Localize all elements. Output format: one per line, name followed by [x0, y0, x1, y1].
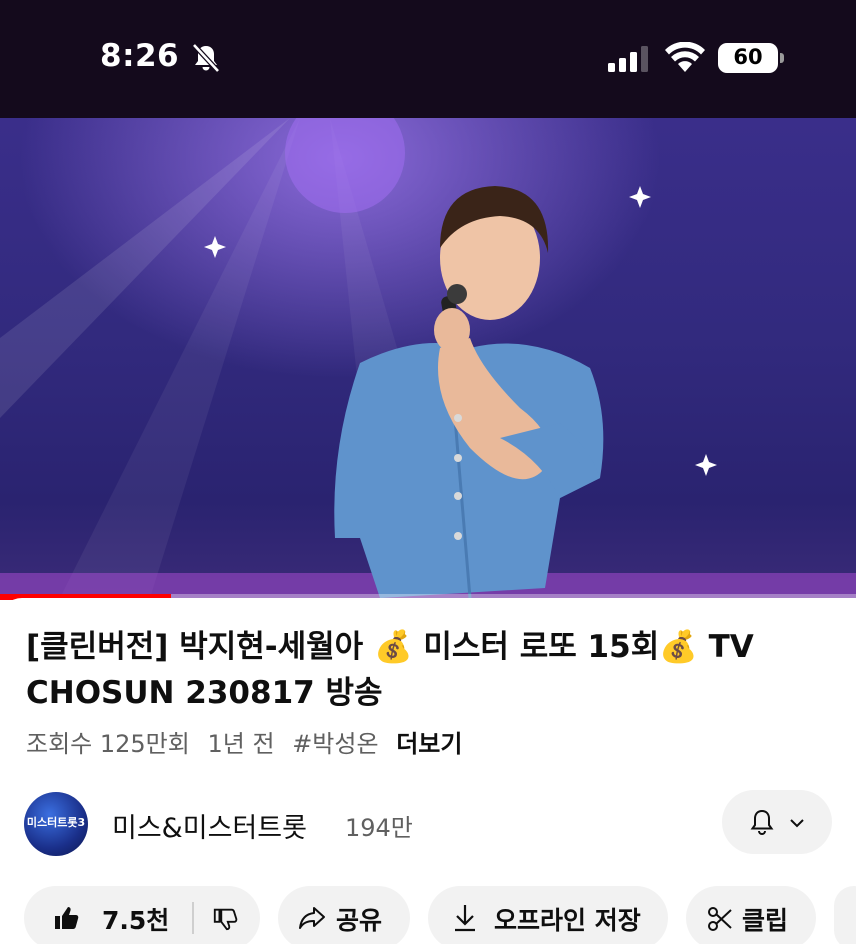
status-bar: 8:26 60	[0, 0, 856, 118]
more-actions-button[interactable]	[834, 886, 856, 944]
subscriber-count: 194만	[345, 814, 413, 842]
battery-level: 60	[733, 45, 763, 69]
battery-cap	[780, 53, 784, 63]
like-dislike-group: 7.5천	[24, 886, 260, 944]
upload-age: 1년 전	[207, 730, 275, 758]
share-label: 공유	[336, 906, 383, 935]
channel-name[interactable]: 미스&미스터트롯	[112, 806, 307, 845]
view-count: 조회수 125만회	[26, 730, 190, 758]
thumbs-down-icon[interactable]	[212, 906, 238, 932]
bell-off-icon	[192, 43, 220, 73]
scissors-icon	[708, 907, 732, 931]
clip-label: 클립	[742, 906, 789, 935]
clip-button[interactable]: 클립	[686, 886, 816, 944]
notification-bell-button[interactable]	[722, 790, 832, 854]
share-icon	[299, 907, 325, 929]
bell-icon	[750, 809, 774, 835]
like-count[interactable]: 7.5천	[102, 901, 169, 937]
download-button[interactable]: 오프라인 저장	[428, 886, 668, 944]
action-bar: 7.5천 공유 오프라인 저장 클립	[0, 886, 856, 944]
wifi-icon	[665, 42, 705, 72]
download-label: 오프라인 저장	[494, 906, 641, 935]
video-title[interactable]: [클린버전] 박지현-세월아 💰 미스터 로또 15회💰 TV CHOSUN 2…	[26, 624, 826, 716]
hashtag-link[interactable]: #박성온	[292, 730, 378, 758]
share-button[interactable]: 공유	[278, 886, 410, 944]
more-button[interactable]: 더보기	[396, 730, 462, 758]
chevron-down-icon	[790, 819, 804, 828]
channel-avatar[interactable]: 미스터트롯3	[24, 792, 88, 856]
channel-row: 미스터트롯3 미스&미스터트롯 194만	[0, 786, 856, 862]
download-icon	[455, 905, 475, 932]
video-player[interactable]	[0, 118, 856, 598]
battery-icon: 60	[718, 43, 784, 73]
thumbs-up-icon[interactable]	[52, 904, 80, 932]
channel-avatar-logo: 미스터트롯3	[26, 816, 86, 829]
cellular-signal-icon	[608, 46, 648, 72]
video-frame-illustration	[0, 118, 856, 598]
video-meta[interactable]: 조회수 125만회 1년 전 #박성온 더보기	[26, 724, 472, 759]
status-time: 8:26	[100, 38, 180, 74]
like-divider	[192, 902, 194, 934]
